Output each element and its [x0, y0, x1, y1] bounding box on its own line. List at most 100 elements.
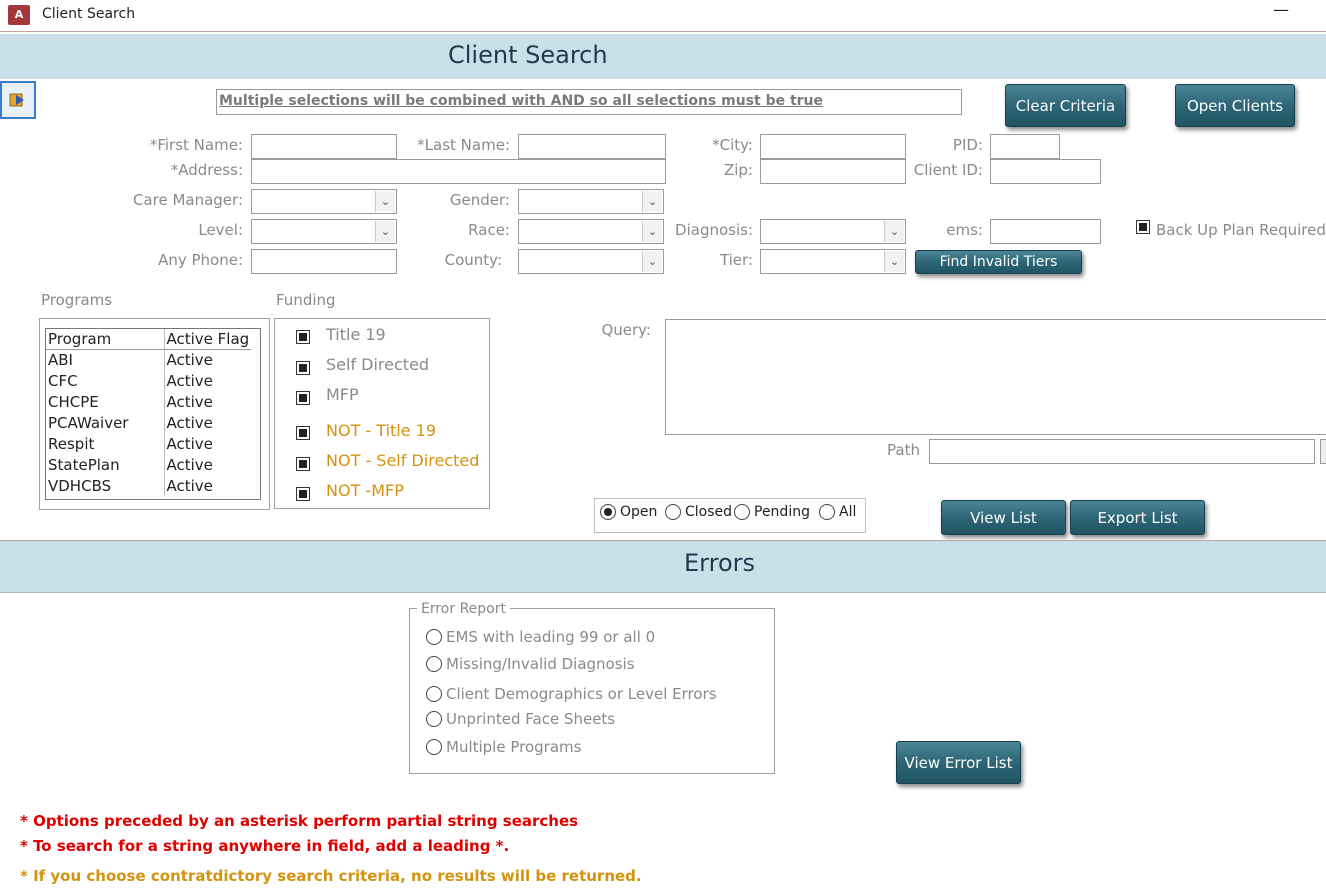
gender-combo[interactable]: ⌄ [518, 189, 664, 214]
minimize-button[interactable]: — [1266, 2, 1296, 26]
chevron-down-icon[interactable]: ⌄ [375, 191, 395, 212]
error-option-label: Multiple Programs [446, 738, 582, 756]
page-title: Client Search [448, 41, 608, 69]
funding-not-title19-checkbox[interactable] [296, 426, 310, 440]
status-open-radio[interactable] [600, 504, 616, 520]
error-option-radio[interactable] [426, 711, 442, 727]
open-clients-button[interactable]: Open Clients [1175, 84, 1295, 127]
program-name: ABI [46, 349, 165, 370]
status-closed-radio[interactable] [665, 504, 681, 520]
zip-label: Zip: [723, 161, 753, 179]
any-phone-field[interactable] [251, 249, 397, 274]
program-active-flag: Active [166, 350, 213, 369]
funding-self-directed-label: Self Directed [326, 355, 430, 374]
path-label: Path [887, 441, 920, 459]
list-item[interactable]: Respit Active [46, 433, 251, 454]
list-item[interactable]: CHCPE Active [46, 391, 251, 412]
and-selection-hint: Multiple selections will be combined wit… [216, 89, 962, 115]
header-band [0, 34, 1326, 79]
errors-band [0, 540, 1326, 593]
program-name: VDHCBS [46, 475, 165, 496]
clear-criteria-button[interactable]: Clear Criteria [1005, 84, 1126, 127]
funding-mfp-checkbox[interactable] [296, 391, 310, 405]
program-active-flag: Active [166, 371, 213, 390]
gender-label: Gender: [449, 191, 510, 209]
program-name: PCAWaiver [46, 412, 165, 433]
list-item[interactable]: VDHCBS Active [46, 475, 251, 496]
error-option-label: Unprinted Face Sheets [446, 710, 616, 728]
error-option-radio[interactable] [426, 686, 442, 702]
find-invalid-tiers-button[interactable]: Find Invalid Tiers [915, 250, 1082, 274]
backup-plan-checkbox[interactable] [1136, 220, 1150, 234]
list-item[interactable]: CFC Active [46, 370, 251, 391]
status-all-radio[interactable] [819, 504, 835, 520]
error-option-label: EMS with leading 99 or all 0 [446, 628, 656, 646]
funding-label: Funding [276, 291, 336, 309]
funding-self-directed-checkbox[interactable] [296, 361, 310, 375]
programs-table: Program Active Flag ABI Active CFC Active … [46, 329, 252, 496]
error-option-label: Missing/Invalid Diagnosis [446, 655, 635, 673]
program-name: CFC [46, 370, 165, 391]
address-field[interactable] [251, 159, 666, 184]
funding-not-mfp-checkbox[interactable] [296, 487, 310, 501]
first-name-field[interactable] [251, 134, 397, 159]
diagnosis-combo[interactable]: ⌄ [760, 219, 906, 244]
error-option-radio[interactable] [426, 739, 442, 755]
any-phone-label: Any Phone: [158, 251, 243, 269]
level-combo[interactable]: ⌄ [251, 219, 397, 244]
diagnosis-label: Diagnosis: [675, 221, 753, 239]
program-name: StatePlan [46, 454, 165, 475]
program-active-flag: Active [166, 476, 213, 495]
race-combo[interactable]: ⌄ [518, 219, 664, 244]
programs-listbox[interactable]: Program Active Flag ABI Active CFC Active … [45, 328, 261, 500]
city-label: *City: [712, 136, 753, 154]
chevron-down-icon[interactable]: ⌄ [375, 221, 395, 242]
list-item[interactable]: StatePlan Active [46, 454, 251, 475]
view-error-list-button[interactable]: View Error List [896, 741, 1021, 784]
export-list-button[interactable]: Export List [1070, 500, 1205, 535]
window-title-bar [0, 0, 1326, 32]
first-name-label: *First Name: [149, 136, 243, 154]
program-active-flag: Active [166, 455, 213, 474]
query-label: Query: [601, 321, 651, 339]
chevron-down-icon[interactable]: ⌄ [642, 251, 662, 272]
errors-title: Errors [684, 549, 756, 577]
note-leading-asterisk: * To search for a string anywhere in fie… [20, 837, 510, 855]
note-contradictory: * If you choose contratdictory search cr… [20, 867, 642, 885]
pid-field[interactable] [990, 134, 1060, 159]
last-name-label: *Last Name: [417, 136, 510, 154]
care-manager-combo[interactable]: ⌄ [251, 189, 397, 214]
status-pending-radio[interactable] [734, 504, 750, 520]
status-closed-label: Closed [685, 504, 733, 520]
chevron-down-icon[interactable]: ⌄ [642, 221, 662, 242]
error-option-label: Client Demographics or Level Errors [446, 685, 717, 703]
programs-col-active-flag: Active Flag [164, 329, 252, 350]
tier-combo[interactable]: ⌄ [760, 249, 906, 274]
tier-label: Tier: [719, 251, 753, 269]
client-id-label: Client ID: [913, 161, 983, 179]
client-id-field[interactable] [990, 159, 1101, 184]
program-name: Respit [46, 433, 165, 454]
chevron-down-icon[interactable]: ⌄ [642, 191, 662, 212]
list-item[interactable]: ABI Active [46, 349, 251, 370]
funding-title19-checkbox[interactable] [296, 330, 310, 344]
status-pending-label: Pending [754, 504, 810, 520]
program-name: CHCPE [46, 391, 165, 412]
error-option-radio[interactable] [426, 629, 442, 645]
record-selector-icon[interactable] [0, 81, 36, 119]
county-combo[interactable]: ⌄ [518, 249, 664, 274]
query-textbox[interactable] [665, 319, 1326, 435]
note-partial-search: * Options preceded by an asterisk perfor… [20, 812, 579, 830]
browse-path-button[interactable] [1320, 439, 1326, 464]
path-field[interactable] [929, 439, 1315, 464]
last-name-field[interactable] [518, 134, 666, 159]
list-item[interactable]: PCAWaiver Active [46, 412, 251, 433]
error-option-radio[interactable] [426, 656, 442, 672]
city-field[interactable] [760, 134, 906, 159]
chevron-down-icon[interactable]: ⌄ [884, 221, 904, 242]
view-list-button[interactable]: View List [941, 500, 1066, 535]
window-title: Client Search [42, 6, 136, 22]
funding-not-self-directed-checkbox[interactable] [296, 457, 310, 471]
ems-field[interactable] [990, 219, 1101, 244]
chevron-down-icon[interactable]: ⌄ [884, 251, 904, 272]
